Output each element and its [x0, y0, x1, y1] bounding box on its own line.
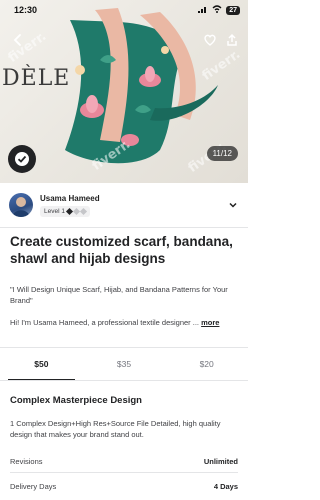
status-bar: 12:30 27 [0, 0, 248, 22]
level-diamond-icon [72, 207, 81, 216]
checkmark-badge-icon [15, 152, 29, 166]
share-button[interactable] [222, 30, 242, 50]
avatar[interactable] [9, 193, 33, 217]
gig-quote: "I Will Design Unique Scarf, Hijab, and … [10, 285, 228, 305]
package-detail-row: Revisions Unlimited [10, 457, 238, 466]
gig-intro-text: Hi! I'm Usama Hameed, a professional tex… [10, 318, 200, 327]
package-detail-row: Delivery Days 4 Days [10, 482, 238, 491]
revisions-value: Unlimited [203, 457, 238, 466]
signal-icon [198, 5, 208, 15]
verified-badge [8, 145, 36, 173]
share-icon [227, 33, 237, 46]
level-diamond-icon [79, 207, 88, 216]
divider [0, 380, 248, 381]
gig-image-gallery[interactable]: DÈLE fiverr. fiverr. fiverr. fiverr. 12:… [0, 0, 248, 183]
tab-premium[interactable]: $50 [0, 348, 83, 381]
tab-basic[interactable]: $20 [165, 348, 248, 380]
back-button[interactable] [8, 30, 28, 50]
divider [10, 472, 238, 473]
package-title: Complex Masterpiece Design [10, 395, 142, 406]
delivery-days-label: Delivery Days [10, 482, 57, 491]
heart-icon [204, 34, 216, 46]
chevron-down-icon[interactable] [228, 197, 238, 215]
image-counter: 11/12 [206, 146, 238, 161]
seller-name[interactable]: Usama Hameed [40, 194, 100, 203]
gig-description: Hi! I'm Usama Hameed, a professional tex… [10, 317, 242, 328]
brand-text: DÈLE [2, 66, 71, 91]
wifi-icon [212, 5, 222, 15]
package-tabs: $50 $35 $20 [0, 348, 248, 381]
seller-level-label: Level 1 [44, 208, 65, 215]
gig-title: Create customized scarf, bandana, shawl … [10, 234, 233, 266]
battery-indicator: 27 [226, 5, 240, 15]
back-arrow-icon [13, 34, 21, 46]
status-icons: 27 [198, 5, 240, 15]
delivery-days-value: 4 Days [213, 482, 238, 491]
revisions-label: Revisions [10, 457, 43, 466]
status-time: 12:30 [14, 5, 38, 15]
seller-row[interactable]: Usama Hameed Level 1 [0, 185, 248, 227]
package-description: 1 Complex Design+High Res+Source File De… [10, 419, 221, 439]
more-link[interactable]: more [201, 318, 219, 327]
divider [0, 227, 248, 228]
seller-level-badge: Level 1 [40, 206, 90, 217]
level-diamond-icon [65, 207, 74, 216]
favorite-button[interactable] [200, 30, 220, 50]
tab-standard[interactable]: $35 [83, 348, 166, 380]
